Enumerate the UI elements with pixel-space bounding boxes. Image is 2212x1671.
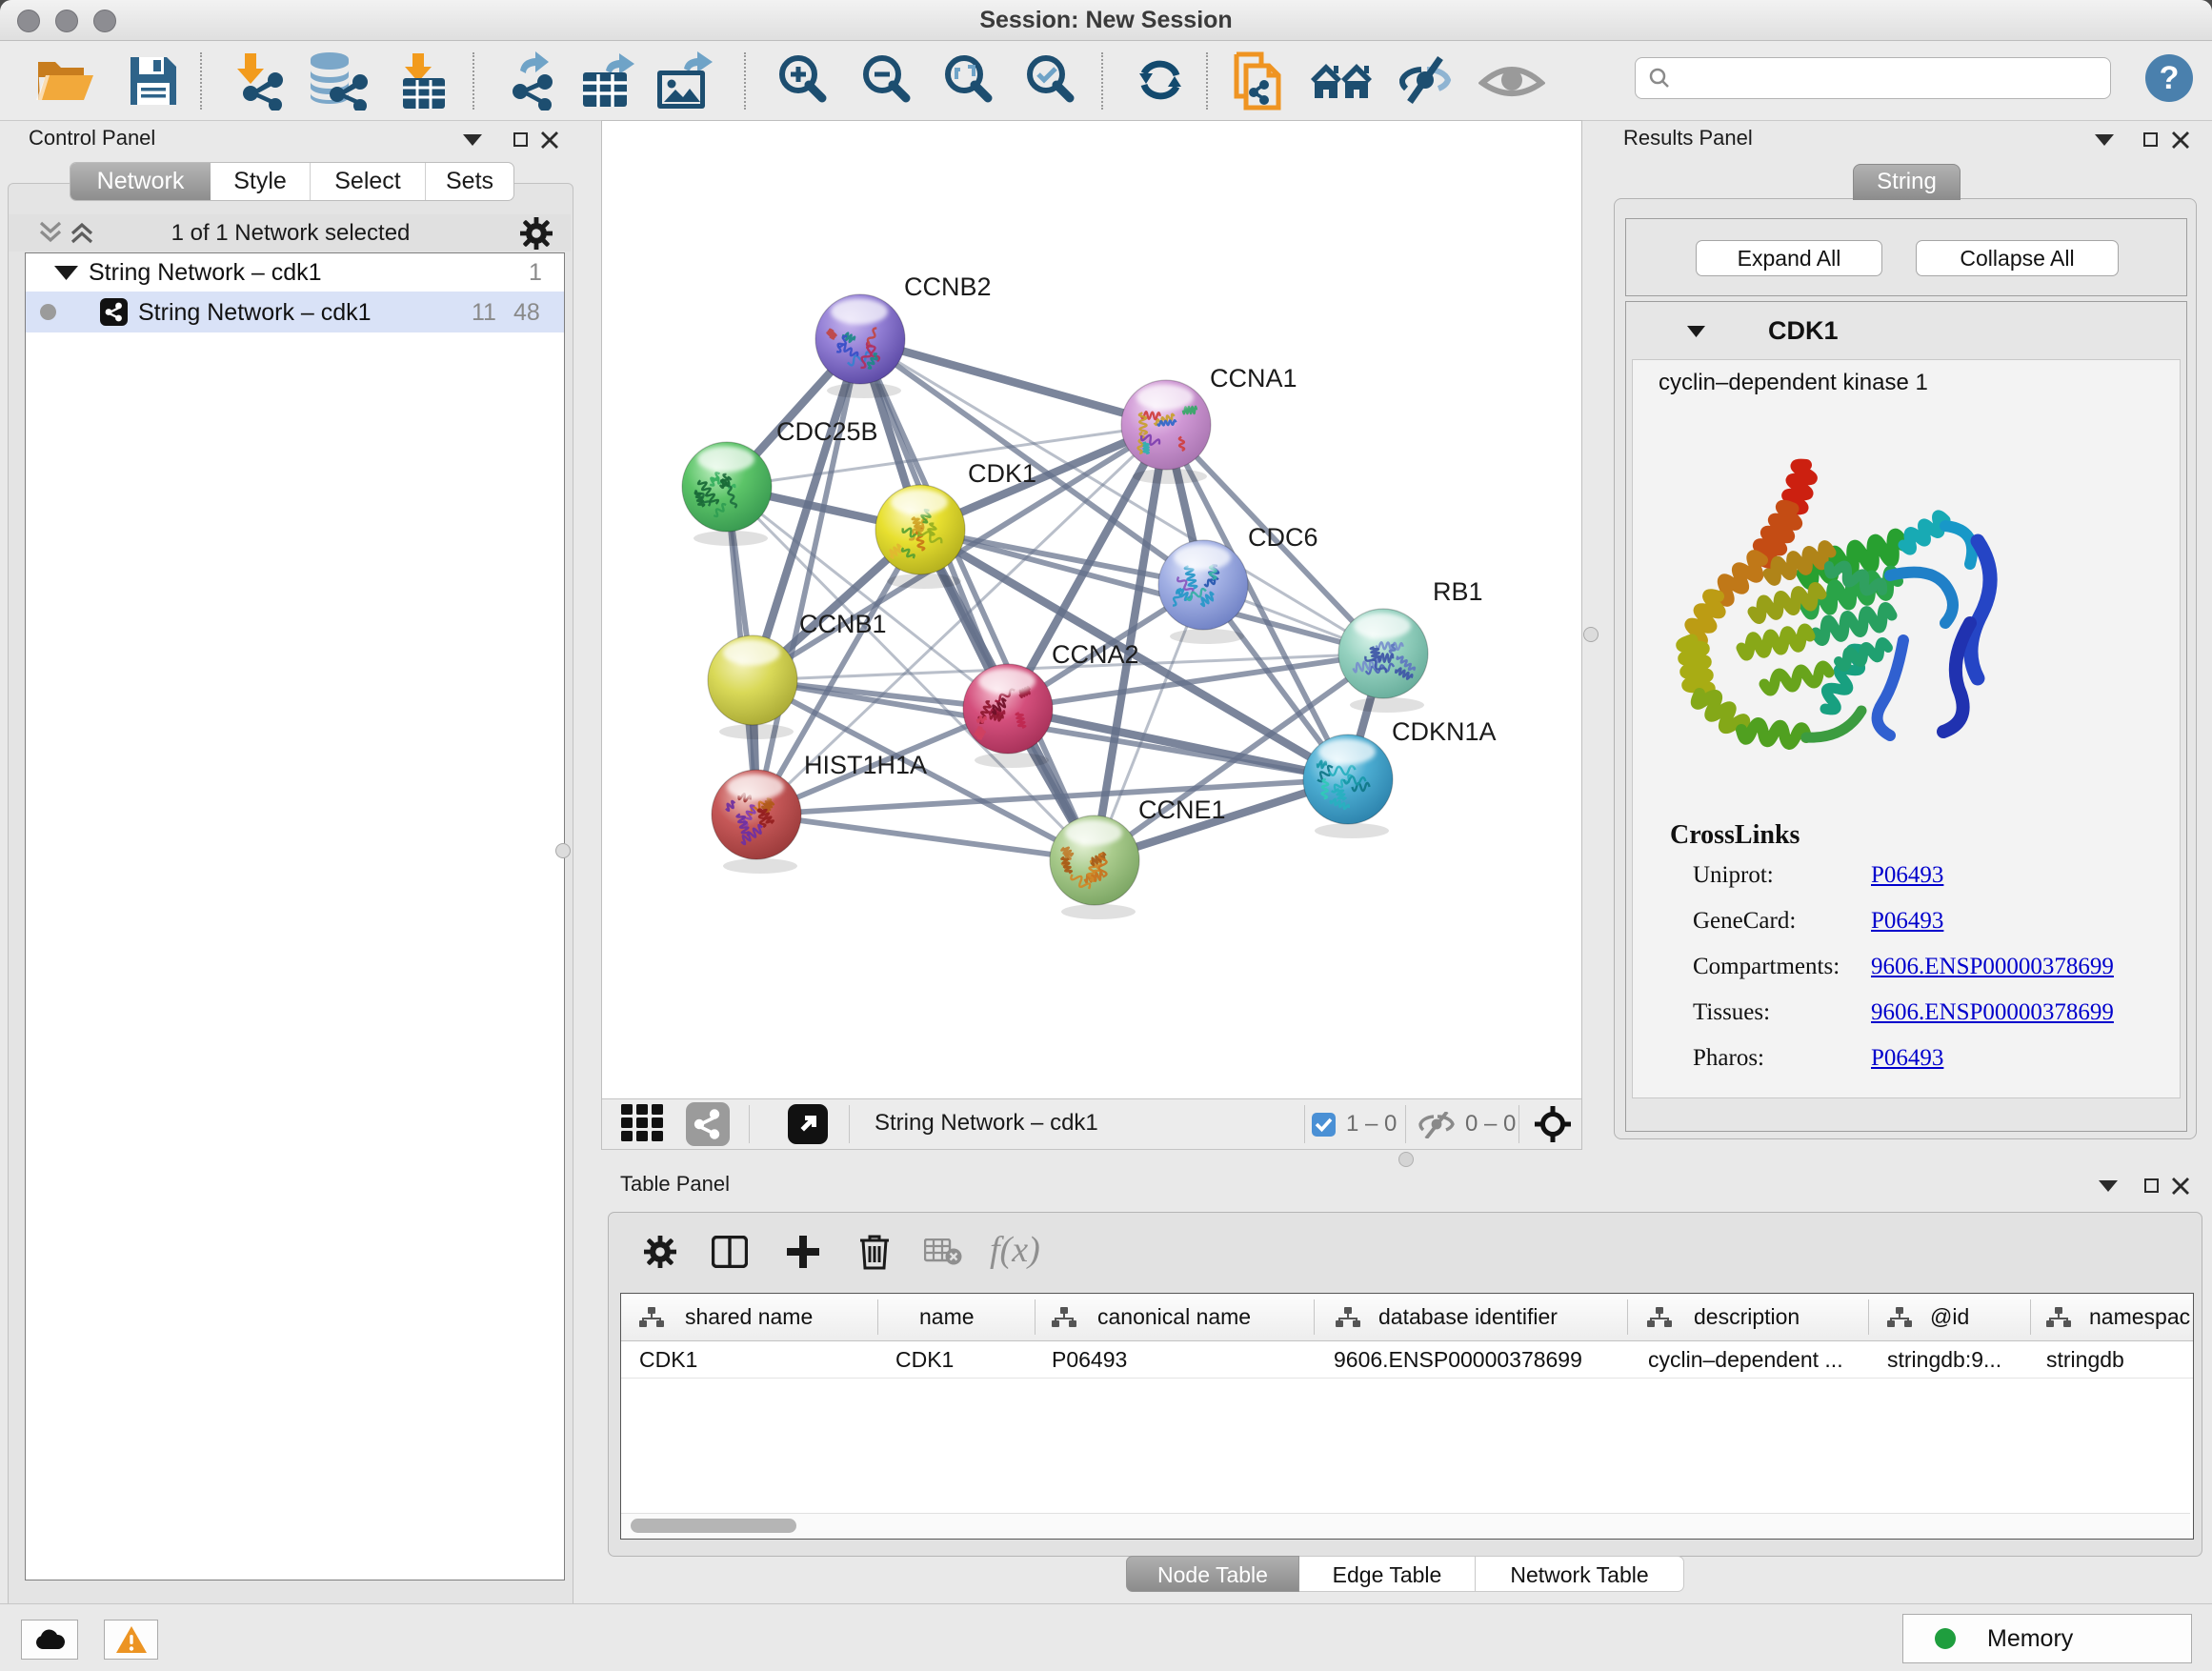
svg-text:CCNA2: CCNA2 xyxy=(1052,640,1139,669)
svg-text:CCNE1: CCNE1 xyxy=(1138,795,1226,824)
svg-text:HIST1H1A: HIST1H1A xyxy=(804,751,927,779)
svg-text:CCNA1: CCNA1 xyxy=(1210,364,1297,393)
svg-text:RB1: RB1 xyxy=(1433,577,1483,606)
svg-text:CDKN1A: CDKN1A xyxy=(1392,717,1497,746)
svg-text:CCNB1: CCNB1 xyxy=(799,610,887,638)
svg-text:CDC6: CDC6 xyxy=(1248,523,1318,552)
svg-text:CCNB2: CCNB2 xyxy=(904,272,992,301)
svg-text:CDK1: CDK1 xyxy=(968,459,1036,488)
svg-text:CDC25B: CDC25B xyxy=(776,417,878,446)
